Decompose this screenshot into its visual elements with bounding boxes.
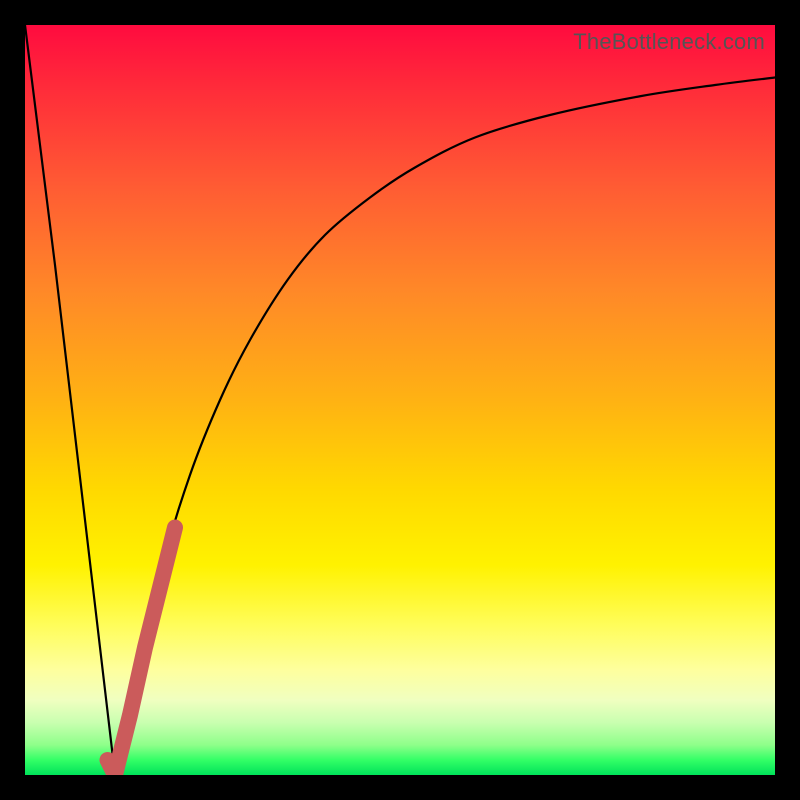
curve-layer <box>25 25 775 775</box>
curve-left-descent <box>25 25 115 775</box>
plot-area: TheBottleneck.com <box>25 25 775 775</box>
chart-frame: TheBottleneck.com <box>0 0 800 800</box>
highlight-marker <box>108 528 176 776</box>
curve-right-ascent <box>115 78 775 776</box>
